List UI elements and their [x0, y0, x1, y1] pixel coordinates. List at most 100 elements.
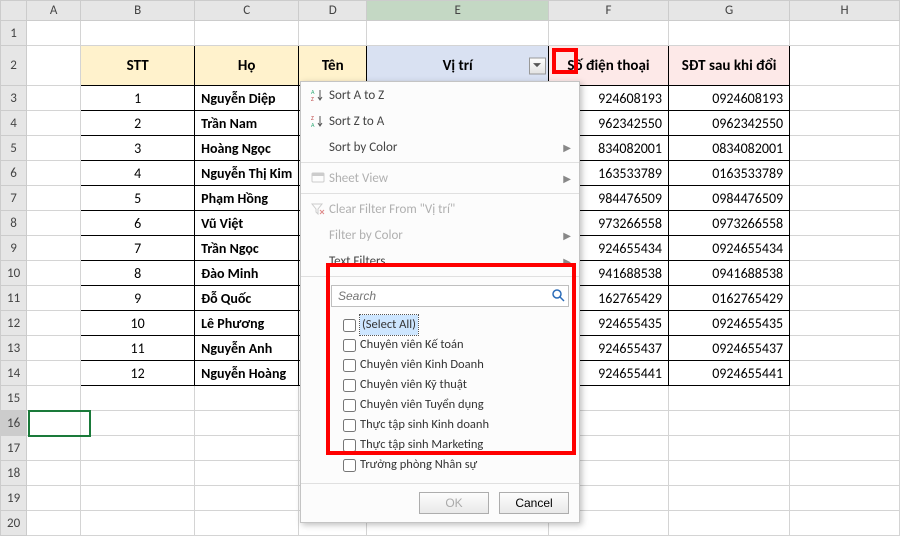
row-header[interactable]: 20 — [1, 511, 27, 536]
filter-by-color: Filter by Color ▶ — [301, 222, 579, 248]
header-ten[interactable]: Tên — [299, 46, 367, 86]
checkbox-select-all[interactable] — [343, 319, 356, 332]
cell-ho[interactable]: Vũ Việt — [195, 211, 299, 236]
cell-sdt2[interactable]: 0941688538 — [669, 261, 790, 286]
checkbox[interactable] — [343, 419, 356, 432]
header-sdt[interactable]: Số điện thoại — [548, 46, 668, 86]
filter-option[interactable]: Thực tập sinh Kinh doanh — [343, 415, 569, 435]
cell-sdt2[interactable]: 0984476509 — [669, 186, 790, 211]
cell-stt[interactable]: 2 — [81, 111, 195, 136]
cell-sdt2[interactable]: 0162765429 — [669, 286, 790, 311]
cell-ho[interactable]: Đỗ Quốc — [195, 286, 299, 311]
col-header-e[interactable]: E — [367, 1, 549, 21]
cell-ho[interactable]: Nguyễn Diệp — [195, 86, 299, 111]
header-stt[interactable]: STT — [81, 46, 195, 86]
cell-sdt2[interactable]: 0973266558 — [669, 211, 790, 236]
filter-option-label: Chuyên viên Kế toán — [360, 335, 464, 355]
row-header[interactable]: 11 — [1, 286, 27, 311]
cell-stt[interactable]: 5 — [81, 186, 195, 211]
text-filters[interactable]: Text Filters ▶ — [301, 248, 579, 274]
cell-ho[interactable]: Nguyễn Hoàng — [195, 361, 299, 386]
row-header[interactable]: 8 — [1, 211, 27, 236]
cell-sdt2[interactable]: 0924655441 — [669, 361, 790, 386]
sort-by-color[interactable]: Sort by Color ▶ — [301, 134, 579, 160]
cell-stt[interactable]: 7 — [81, 236, 195, 261]
sort-az[interactable]: AZ Sort A to Z — [301, 82, 579, 108]
cell-sdt2[interactable]: 0163533789 — [669, 161, 790, 186]
sort-za[interactable]: ZA Sort Z to A — [301, 108, 579, 134]
select-all-corner[interactable] — [1, 1, 27, 21]
filter-option[interactable]: Chuyên viên Kế toán — [343, 335, 569, 355]
filter-option-label: Chuyên viên Kinh Doanh — [360, 355, 484, 375]
cell-ho[interactable]: Trần Ngọc — [195, 236, 299, 261]
row-header[interactable]: 12 — [1, 311, 27, 336]
filter-option[interactable]: Chuyên viên Kỹ thuật — [343, 375, 569, 395]
cell-sdt2[interactable]: 0924608193 — [669, 86, 790, 111]
cell-ho[interactable]: Nguyễn Anh — [195, 336, 299, 361]
filter-option[interactable]: Chuyên viên Kinh Doanh — [343, 355, 569, 375]
checkbox[interactable] — [343, 359, 356, 372]
col-header-f[interactable]: F — [548, 1, 668, 21]
filter-dropdown-button[interactable] — [529, 57, 546, 74]
cell-ho[interactable]: Phạm Hồng — [195, 186, 299, 211]
cancel-button[interactable]: Cancel — [499, 492, 569, 514]
row-header[interactable]: 3 — [1, 86, 27, 111]
row-header[interactable]: 14 — [1, 361, 27, 386]
cell-stt[interactable]: 1 — [81, 86, 195, 111]
cell-stt[interactable]: 12 — [81, 361, 195, 386]
filter-option[interactable]: Chuyên viên Tuyển dụng — [343, 395, 569, 415]
cell-stt[interactable]: 11 — [81, 336, 195, 361]
row-header[interactable]: 16 — [1, 411, 27, 436]
row-header[interactable]: 19 — [1, 486, 27, 511]
cell-ho[interactable]: Đào Minh — [195, 261, 299, 286]
header-vitri[interactable]: Vị trí — [367, 46, 549, 86]
cell-stt[interactable]: 10 — [81, 311, 195, 336]
cell-sdt2[interactable]: 0834082001 — [669, 136, 790, 161]
cell-stt[interactable]: 9 — [81, 286, 195, 311]
row-header[interactable]: 5 — [1, 136, 27, 161]
row-header[interactable]: 4 — [1, 111, 27, 136]
cell-ho[interactable]: Trần Nam — [195, 111, 299, 136]
cell-sdt2[interactable]: 0924655437 — [669, 336, 790, 361]
checkbox[interactable] — [343, 439, 356, 452]
row-header-2[interactable]: 2 — [1, 46, 27, 86]
row-header[interactable]: 18 — [1, 461, 27, 486]
ok-button[interactable]: OK — [419, 492, 489, 514]
col-header-b[interactable]: B — [81, 1, 195, 21]
cell-ho[interactable]: Nguyễn Thị Kim — [195, 161, 299, 186]
checkbox[interactable] — [343, 399, 356, 412]
row-header[interactable]: 7 — [1, 186, 27, 211]
row-header[interactable]: 15 — [1, 386, 27, 411]
filter-option[interactable]: Trưởng phòng Nhân sự — [343, 455, 569, 475]
cell-sdt2[interactable]: 0924655434 — [669, 236, 790, 261]
filter-option[interactable]: Thực tập sinh Marketing — [343, 435, 569, 455]
cell-stt[interactable]: 8 — [81, 261, 195, 286]
row-header-1[interactable]: 1 — [1, 21, 27, 46]
cell-sdt2[interactable]: 0924655435 — [669, 311, 790, 336]
header-sdt2[interactable]: SĐT sau khi đổi — [669, 46, 790, 86]
header-ho[interactable]: Họ — [195, 46, 299, 86]
checkbox[interactable] — [343, 379, 356, 392]
col-header-a[interactable]: A — [27, 1, 81, 21]
row-header[interactable]: 13 — [1, 336, 27, 361]
chevron-right-icon: ▶ — [563, 141, 571, 154]
checkbox[interactable] — [343, 339, 356, 352]
cell-stt[interactable]: 4 — [81, 161, 195, 186]
row-header[interactable]: 17 — [1, 436, 27, 461]
row-header[interactable]: 6 — [1, 161, 27, 186]
filter-option-select-all[interactable]: (Select All) — [343, 315, 569, 335]
sort-az-icon: AZ — [307, 88, 329, 102]
cell-ho[interactable]: Hoàng Ngọc — [195, 136, 299, 161]
cell-stt[interactable]: 6 — [81, 211, 195, 236]
col-header-c[interactable]: C — [195, 1, 299, 21]
checkbox[interactable] — [343, 459, 356, 472]
col-header-h[interactable]: H — [790, 1, 900, 21]
row-header[interactable]: 10 — [1, 261, 27, 286]
cell-sdt2[interactable]: 0962342550 — [669, 111, 790, 136]
row-header[interactable]: 9 — [1, 236, 27, 261]
cell-stt[interactable]: 3 — [81, 136, 195, 161]
col-header-d[interactable]: D — [299, 1, 367, 21]
filter-search-input[interactable] — [331, 285, 569, 307]
col-header-g[interactable]: G — [669, 1, 790, 21]
cell-ho[interactable]: Lê Phương — [195, 311, 299, 336]
